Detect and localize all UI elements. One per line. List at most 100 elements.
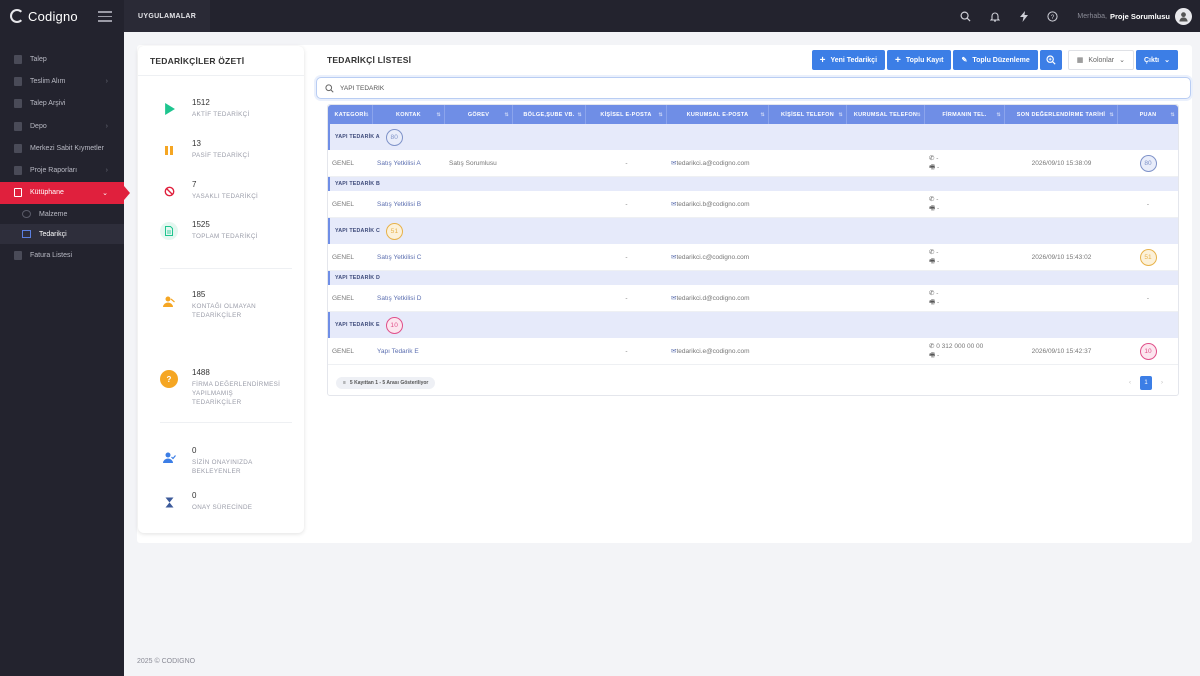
fax-icon: 🖷 xyxy=(929,164,937,171)
sidebar-subitem-malzeme[interactable]: Malzeme xyxy=(0,204,124,224)
table-row[interactable]: GENEL Yapı Tedarik E - ✉ tedarikci.e@codign… xyxy=(328,338,1178,365)
phone-line: 🖷 - xyxy=(929,204,939,213)
sidebar-item-kutuphane[interactable]: Kütüphane ⌄ xyxy=(0,181,130,205)
column-header-personal-phone[interactable]: KİŞİSEL TELEFON ⇅ xyxy=(769,105,847,124)
score-cell: 80 xyxy=(1118,150,1178,176)
search-icon[interactable] xyxy=(951,0,980,32)
cell-value[interactable]: tedarikci.c@codigno.com xyxy=(676,254,749,261)
cell-value[interactable]: Yapı Tedarik E xyxy=(377,348,419,355)
table-row[interactable]: GENEL Satış Yetkilisi D - ✉ tedarikci.d@cod… xyxy=(328,285,1178,312)
cell-value[interactable]: Satış Yetkilisi C xyxy=(377,254,421,261)
group-row[interactable]: YAPI TEDARİK B xyxy=(328,177,1178,191)
sidebar-item-talep[interactable]: Talep xyxy=(0,48,124,70)
chevron-down-icon: ⌄ xyxy=(1164,57,1170,64)
search-input[interactable] xyxy=(340,84,1140,92)
stat-awaiting-approval[interactable]: 0 SİZİN ONAYINIZDA BEKLEYENLER xyxy=(160,446,282,476)
group-score-badge: 51 xyxy=(386,222,403,240)
cell-value: GENEL xyxy=(332,253,355,261)
new-supplier-button[interactable]: + Yeni Tedarikçi xyxy=(811,50,886,70)
column-header-last-evaluation[interactable]: SON DEĞERLENDİRME TARİHİ ⇅ xyxy=(1005,105,1118,124)
document-icon xyxy=(160,222,178,240)
fax-icon: 🖷 xyxy=(929,299,937,306)
cell-value[interactable]: tedarikci.d@codigno.com xyxy=(676,295,749,302)
cell-value[interactable]: tedarikci.a@codigno.com xyxy=(676,160,749,167)
sidebar-item-fatura-listesi[interactable]: Fatura Listesi xyxy=(0,244,124,266)
cell-value[interactable]: Satış Yetkilisi B xyxy=(377,201,421,208)
sidebar-item-proje-raporlari[interactable]: Proje Raporları › xyxy=(0,159,124,181)
column-header-score[interactable]: PUAN ⇅ xyxy=(1118,105,1178,124)
apps-menu[interactable]: UYGULAMALAR xyxy=(124,0,211,32)
sidebar-item-merkezi-sabit-kiymetler[interactable]: Merkezi Sabit Kıymetler xyxy=(0,137,124,159)
next-page-button[interactable]: › xyxy=(1156,376,1168,390)
table-row[interactable]: GENEL Satış Yetkilisi A Satış Sorumlusu - ✉ … xyxy=(328,150,1178,177)
group-row[interactable]: YAPI TEDARİK D xyxy=(328,271,1178,285)
company-phone-cell: ✆ - 🖷 - xyxy=(925,244,1005,270)
phone-line: ✆ - xyxy=(929,195,938,204)
group-name: YAPI TEDARİK E xyxy=(335,322,380,328)
sidebar-subitem-label: Malzeme xyxy=(39,210,68,218)
column-header-corporate-phone[interactable]: KURUMSAL TELEFON ⇅ xyxy=(847,105,925,124)
sidebar-subitem-tedarikci[interactable]: Tedarikçi xyxy=(0,224,124,245)
group-row[interactable]: YAPI TEDARİK A 80 xyxy=(328,124,1178,150)
stat-active[interactable]: 1512 AKTİF TEDARİKÇİ xyxy=(160,98,282,119)
score-badge: 80 xyxy=(1139,154,1157,172)
stat-total[interactable]: 1525 TOPLAM TEDARİKÇİ xyxy=(160,220,282,241)
prev-page-button[interactable]: ‹ xyxy=(1124,376,1136,390)
sidebar-item-talep-arsivi[interactable]: Talep Arşivi xyxy=(0,93,124,115)
stat-no-contact[interactable]: 185 KONTAĞI OLMAYAN TEDARİKÇİLER xyxy=(160,290,282,320)
cell-value[interactable]: Satış Yetkilisi A xyxy=(377,160,421,167)
score-badge: 10 xyxy=(1139,342,1157,360)
cell-value[interactable]: tedarikci.b@codigno.com xyxy=(676,201,749,208)
group-row[interactable]: YAPI TEDARİK E 10 xyxy=(328,312,1178,338)
stat-value: 7 xyxy=(192,180,197,189)
sort-icon: ⇅ xyxy=(838,111,843,118)
personal-phone-cell xyxy=(769,150,847,176)
table-row[interactable]: GENEL Satış Yetkilisi B - ✉ tedarikci.b@cod… xyxy=(328,191,1178,218)
zoom-in-button[interactable] xyxy=(1039,50,1062,70)
bolt-icon[interactable] xyxy=(1009,0,1038,32)
column-header-label: KURUMSAL TELEFON xyxy=(853,111,918,118)
export-dropdown[interactable]: Çıktı ⌄ xyxy=(1135,50,1178,70)
company-phone-cell: ✆ 0 312 000 00 00 🖷 - xyxy=(925,338,1005,364)
column-header-role[interactable]: GÖREV ⇅ xyxy=(445,105,513,124)
help-icon[interactable]: ? xyxy=(1038,0,1067,32)
column-header-contact[interactable]: KONTAK ⇅ xyxy=(373,105,445,124)
phone-line: 🖷 - xyxy=(929,257,939,266)
sidebar-item-teslim-alim[interactable]: Teslim Alım › xyxy=(0,70,124,92)
column-header-region[interactable]: BÖLGE,ŞUBE VB. ⇅ xyxy=(513,105,586,124)
score-cell: - xyxy=(1118,285,1178,311)
group-row[interactable]: YAPI TEDARİK C 51 xyxy=(328,218,1178,244)
column-header-corporate-email[interactable]: KURUMSAL E-POSTA ⇅ xyxy=(667,105,769,124)
column-header-label: BÖLGE,ŞUBE VB. xyxy=(523,111,575,118)
column-header-category[interactable]: KATEGORİ ⇅ xyxy=(328,105,373,124)
sidebar-item-depo[interactable]: Depo › xyxy=(0,115,124,137)
search-box[interactable] xyxy=(316,77,1191,99)
page-button[interactable]: 1 xyxy=(1140,376,1152,390)
score-cell: 51 xyxy=(1118,244,1178,270)
cell-value[interactable]: Satış Yetkilisi D xyxy=(377,295,421,302)
menu-toggle-icon[interactable] xyxy=(98,11,112,25)
phone-line: ✆ - xyxy=(929,154,938,163)
username[interactable]: Proje Sorumlusu xyxy=(1110,12,1170,21)
cell-value[interactable]: tedarikci.e@codigno.com xyxy=(676,348,749,355)
cell-value: - xyxy=(625,347,628,355)
table-row[interactable]: GENEL Satış Yetkilisi C - ✉ tedarikci.c@cod… xyxy=(328,244,1178,271)
column-header-company-phone[interactable]: FİRMANIN TEL. ⇅ xyxy=(925,105,1005,124)
bulk-edit-button[interactable]: ✎ Toplu Düzenleme xyxy=(953,50,1038,70)
columns-dropdown[interactable]: ▦ Kolonlar ⌄ xyxy=(1067,50,1134,70)
stat-not-evaluated[interactable]: ? 1488 FİRMA DEĞERLENDİRMESİ YAPILMAMIŞ T… xyxy=(160,368,282,407)
list-icon: ≡ xyxy=(343,380,346,386)
group-name: YAPI TEDARİK A xyxy=(335,134,380,140)
stat-in-approval[interactable]: 0 ONAY SÜRECİNDE xyxy=(160,491,282,512)
column-header-personal-email[interactable]: KİŞİSEL E-POSTA ⇅ xyxy=(586,105,667,124)
stat-value: 1525 xyxy=(192,220,210,229)
sort-icon: ⇅ xyxy=(760,111,765,118)
bulk-create-button[interactable]: + Toplu Kayıt xyxy=(887,50,952,70)
fax-icon: 🖷 xyxy=(929,258,937,265)
play-icon xyxy=(160,100,178,118)
stat-value: 0 xyxy=(192,491,197,500)
avatar[interactable] xyxy=(1175,7,1192,25)
stat-banned[interactable]: 7 YASAKLI TEDARİKÇİ xyxy=(160,180,282,201)
bell-icon[interactable] xyxy=(980,0,1009,32)
stat-passive[interactable]: 13 PASİF TEDARİKÇİ xyxy=(160,139,282,160)
